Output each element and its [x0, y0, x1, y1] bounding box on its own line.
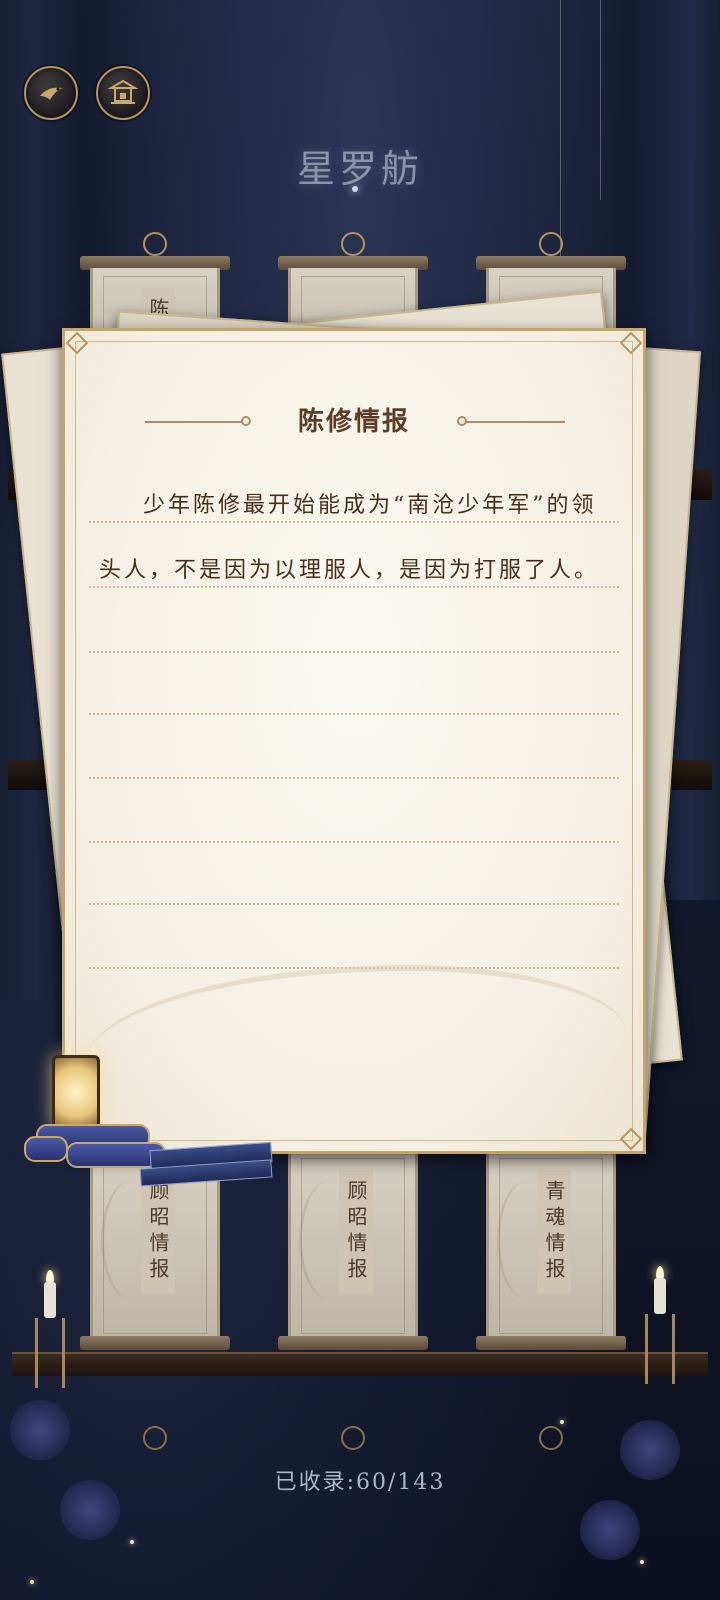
sparkle-icon — [560, 1420, 564, 1424]
pavilion-icon — [108, 79, 138, 104]
flower-icon — [580, 1500, 640, 1560]
hanger-ring-icon — [143, 1426, 167, 1450]
scroll-label: 顾昭情报 — [141, 1170, 175, 1294]
sparkle-icon — [130, 1540, 134, 1544]
hanger-ring-icon — [341, 232, 365, 256]
ruled-line — [89, 521, 619, 523]
sparkle-icon — [30, 1580, 34, 1584]
back-button[interactable] — [24, 66, 78, 120]
intel-card[interactable]: 陈修情报 少年陈修最开始能成为“南沧少年军”的领头人，不是因为以理服人，是因为打… — [62, 328, 646, 1154]
game-screen: 星罗舫 陈 顾昭情报 顾昭情报 青魂情报 陈修情报 少年陈修最开始能成为“南沧少… — [0, 0, 720, 1600]
scroll-rod — [278, 1336, 428, 1350]
ruled-line — [89, 713, 619, 715]
hanging-string — [560, 0, 561, 260]
collection-counter: 已收录:60/143 — [274, 1470, 446, 1495]
page-title: 星罗舫 — [296, 147, 423, 191]
ruled-line — [89, 777, 619, 779]
candle-stand — [645, 1314, 675, 1384]
scroll-rod — [476, 1336, 626, 1350]
ruled-line — [89, 586, 619, 588]
rolled-scroll-icon — [24, 1136, 68, 1162]
scroll-paper: 青魂情报 — [486, 1150, 616, 1342]
shelf-bracket — [672, 760, 712, 790]
flower-icon — [10, 1400, 70, 1460]
bottom-shelf — [12, 1352, 708, 1376]
candle-icon — [44, 1282, 56, 1318]
scroll-rod — [80, 1336, 230, 1350]
card-title: 陈修情报 — [297, 407, 410, 437]
hanger-ring-icon — [143, 232, 167, 256]
sparkle-icon — [640, 1560, 644, 1564]
star-icon — [352, 186, 358, 192]
ruled-line — [89, 651, 619, 653]
ruled-line — [89, 903, 619, 905]
hanger-ring-icon — [539, 232, 563, 256]
title-rule — [465, 421, 565, 423]
bird-icon — [40, 87, 62, 100]
ruled-line — [89, 841, 619, 843]
scroll-label: 顾昭情报 — [339, 1170, 373, 1294]
candle-stand — [35, 1318, 65, 1388]
candle-icon — [654, 1278, 666, 1314]
hanger-ring-icon — [539, 1426, 563, 1450]
card-body: 少年陈修最开始能成为“南沧少年军”的领头人，不是因为以理服人，是因为打服了人。 — [99, 493, 600, 583]
lantern-icon — [52, 1055, 100, 1129]
scroll-label: 青魂情报 — [537, 1170, 571, 1294]
pavilion-button[interactable] — [96, 66, 150, 120]
hanger-ring-icon — [341, 1426, 365, 1450]
shelf-bracket — [8, 760, 48, 790]
scroll-paper: 顾昭情报 — [288, 1150, 418, 1342]
